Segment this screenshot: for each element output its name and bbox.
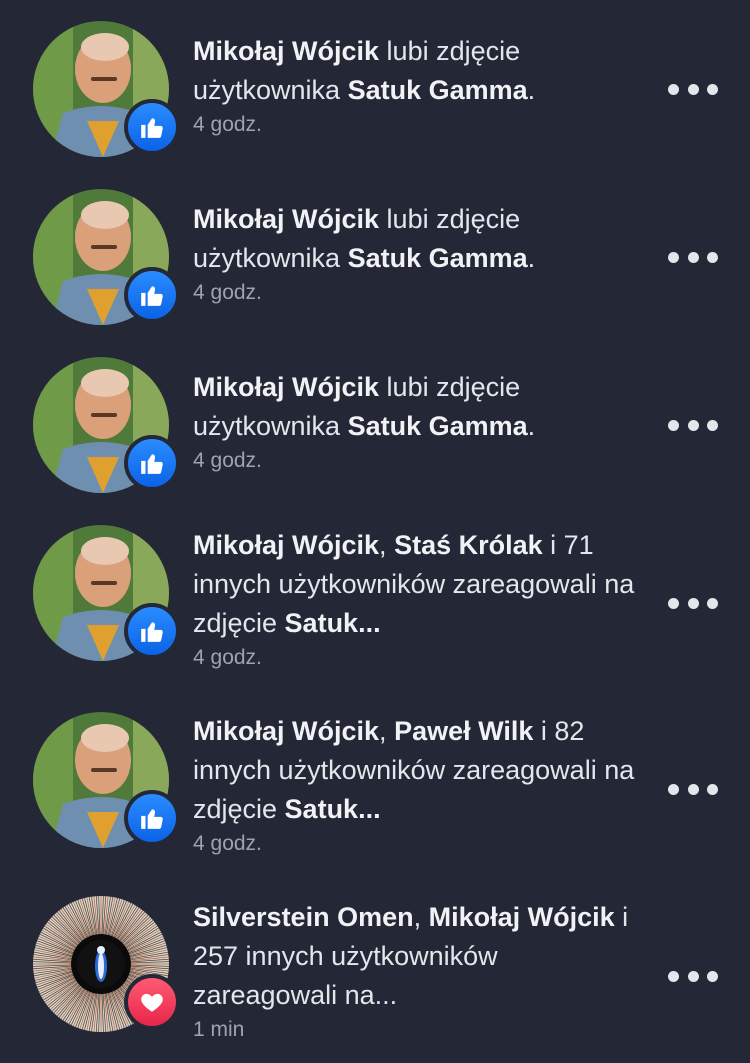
avatar[interactable] <box>33 189 180 325</box>
user-name[interactable]: Satuk Gamma <box>348 243 528 273</box>
dot-icon <box>687 783 699 795</box>
more-options-button[interactable] <box>668 593 718 613</box>
notification-message: Mikołaj Wójcik, Paweł Wilk i 82 innych u… <box>193 712 643 829</box>
user-name[interactable]: Mikołaj Wójcik <box>193 716 379 746</box>
thumbs-up-icon <box>141 622 163 642</box>
message-text: . <box>527 411 536 441</box>
avatar[interactable] <box>33 357 180 493</box>
user-name[interactable]: Mikołaj Wójcik <box>193 204 379 234</box>
user-name[interactable]: Silverstein Omen <box>193 902 414 932</box>
user-name[interactable]: Staś Królak <box>394 530 543 560</box>
love-badge <box>124 974 180 1030</box>
avatar[interactable] <box>33 896 180 1032</box>
user-name[interactable]: Satuk Gamma <box>348 411 528 441</box>
thumbs-up-icon <box>141 118 163 138</box>
message-text: . <box>527 75 536 105</box>
notification-time: 4 godz. <box>193 832 262 855</box>
notification-time: 1 min <box>193 1018 245 1041</box>
user-name[interactable]: Mikołaj Wójcik <box>193 36 379 66</box>
dot-icon <box>668 783 679 795</box>
notification-message: Mikołaj Wójcik lubi zdjęcie użytkownika … <box>193 32 643 110</box>
notification-message: Mikołaj Wójcik lubi zdjęcie użytkownika … <box>193 200 643 278</box>
avatar[interactable] <box>33 21 180 157</box>
message-text: , <box>379 716 395 746</box>
dot-icon <box>668 419 679 431</box>
notification-message: Mikołaj Wójcik, Staś Królak i 71 innych … <box>193 526 643 643</box>
user-name[interactable]: Satuk... <box>285 794 381 824</box>
thumbs-up-icon <box>141 286 163 306</box>
dot-icon <box>707 597 718 609</box>
dot-icon <box>707 419 718 431</box>
like-badge <box>124 99 180 155</box>
message-text: , <box>379 530 395 560</box>
user-name[interactable]: Satuk... <box>285 608 381 638</box>
dot-icon <box>687 597 699 609</box>
notification-message: Mikołaj Wójcik lubi zdjęcie użytkownika … <box>193 368 643 446</box>
dot-icon <box>668 970 679 982</box>
heart-icon <box>141 993 163 1012</box>
more-options-button[interactable] <box>668 79 718 99</box>
dot-icon <box>687 970 699 982</box>
more-options-button[interactable] <box>668 779 718 799</box>
dot-icon <box>668 83 679 95</box>
like-badge <box>124 790 180 846</box>
dot-icon <box>668 251 679 263</box>
notification-time: 4 godz. <box>193 449 262 472</box>
like-badge <box>124 603 180 659</box>
notification-text: Mikołaj Wójcik lubi zdjęcie użytkownika … <box>193 32 643 140</box>
user-name[interactable]: Mikołaj Wójcik <box>193 530 379 560</box>
dot-icon <box>687 251 699 263</box>
user-name[interactable]: Satuk Gamma <box>348 75 528 105</box>
more-options-button[interactable] <box>668 415 718 435</box>
message-text: . <box>527 243 536 273</box>
dot-icon <box>668 597 679 609</box>
like-badge <box>124 435 180 491</box>
notification-text: Silverstein Omen, Mikołaj Wójcik i 257 i… <box>193 898 643 1045</box>
avatar[interactable] <box>33 525 180 661</box>
more-options-button[interactable] <box>668 247 718 267</box>
notification-text: Mikołaj Wójcik lubi zdjęcie użytkownika … <box>193 368 643 476</box>
thumbs-up-icon <box>141 454 163 474</box>
user-name[interactable]: Mikołaj Wójcik <box>429 902 615 932</box>
dot-icon <box>687 419 699 431</box>
avatar[interactable] <box>33 712 180 848</box>
notification-text: Mikołaj Wójcik, Paweł Wilk i 82 innych u… <box>193 712 643 859</box>
notification-text: Mikołaj Wójcik lubi zdjęcie użytkownika … <box>193 200 643 308</box>
more-options-button[interactable] <box>668 966 718 986</box>
dot-icon <box>707 251 718 263</box>
dot-icon <box>707 83 718 95</box>
message-text: , <box>413 902 429 932</box>
like-badge <box>124 267 180 323</box>
notification-time: 4 godz. <box>193 646 262 669</box>
dot-icon <box>707 970 718 982</box>
notification-message: Silverstein Omen, Mikołaj Wójcik i 257 i… <box>193 898 643 1015</box>
notification-text: Mikołaj Wójcik, Staś Królak i 71 innych … <box>193 526 643 673</box>
user-name[interactable]: Paweł Wilk <box>394 716 533 746</box>
notification-time: 4 godz. <box>193 281 262 304</box>
dot-icon <box>687 83 699 95</box>
notification-time: 4 godz. <box>193 113 262 136</box>
dot-icon <box>707 783 718 795</box>
thumbs-up-icon <box>141 809 163 829</box>
user-name[interactable]: Mikołaj Wójcik <box>193 372 379 402</box>
